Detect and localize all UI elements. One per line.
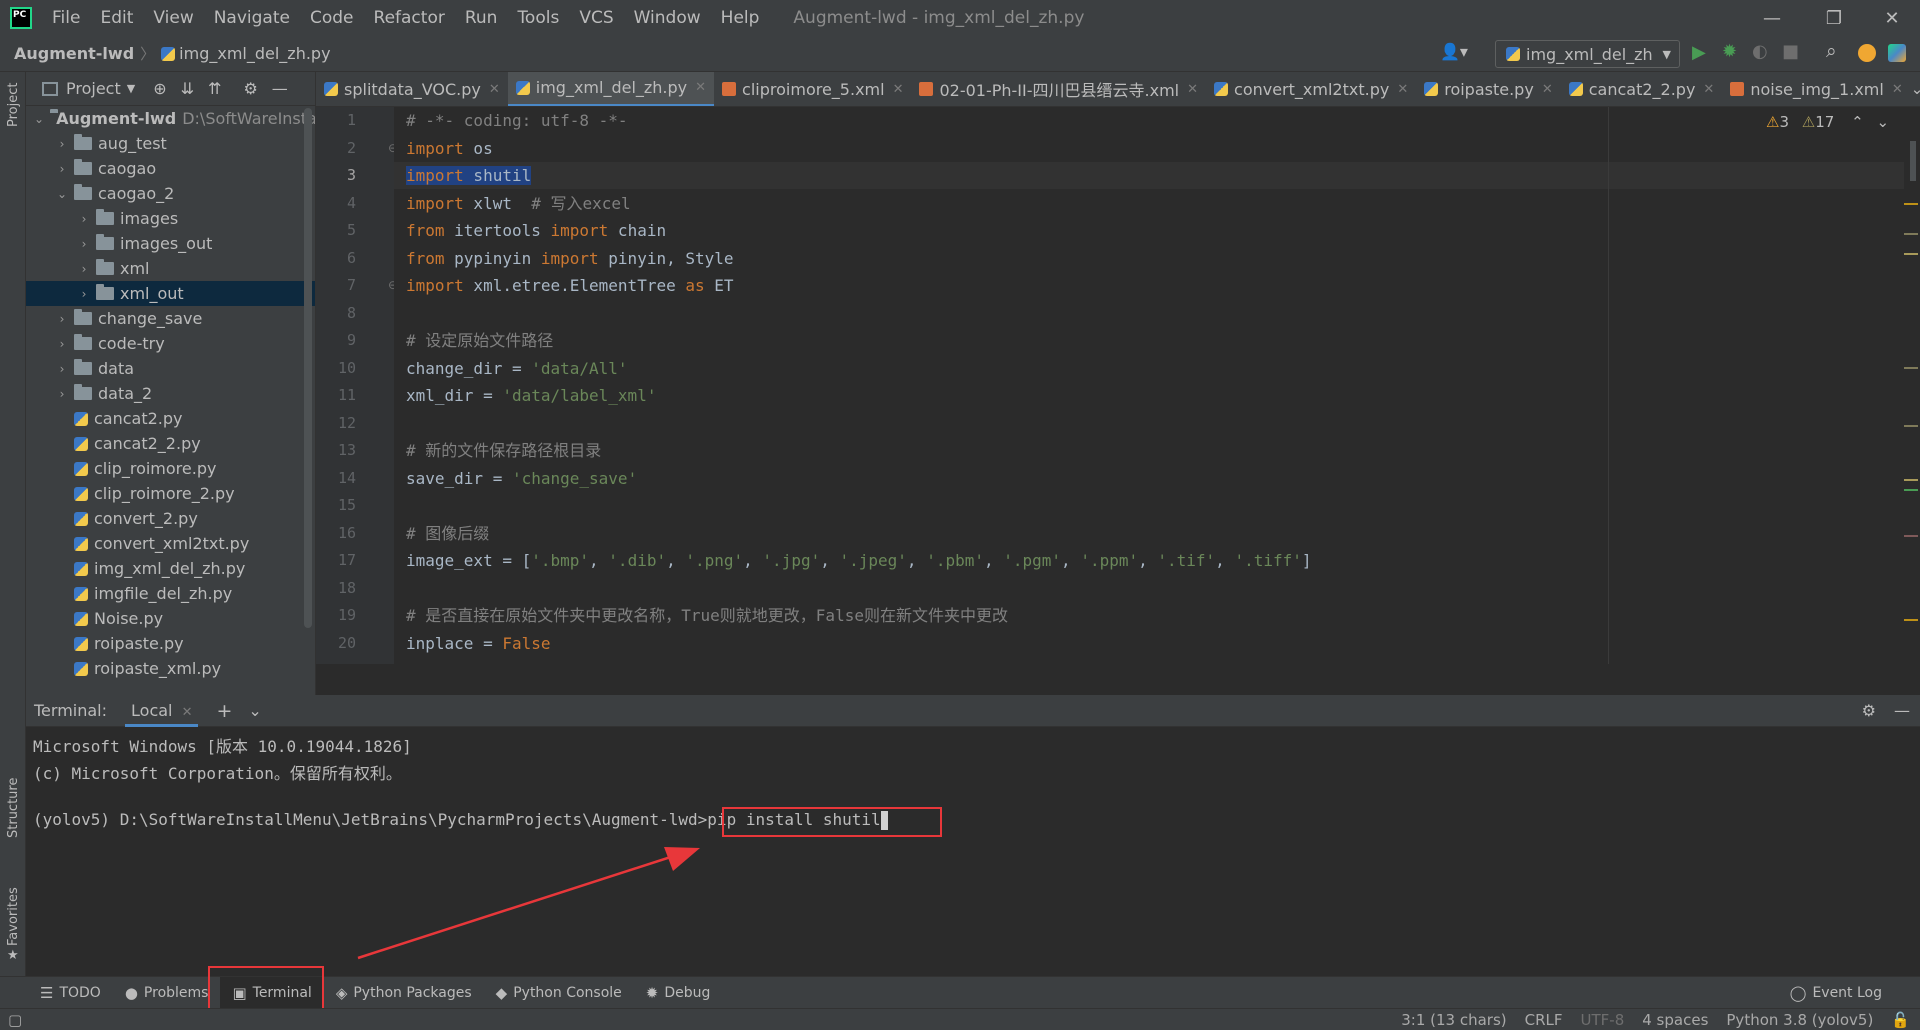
tool-button-label: TODO bbox=[59, 984, 101, 1001]
file-encoding[interactable]: UTF-8 bbox=[1581, 1011, 1625, 1029]
panel-toggle-icon[interactable]: ▢ bbox=[8, 1011, 22, 1029]
bug-icon: ✹ bbox=[645, 983, 659, 1002]
tool-button-label: Problems bbox=[143, 984, 209, 1001]
indent-setting[interactable]: 4 spaces bbox=[1642, 1011, 1708, 1029]
tool-button-python-packages[interactable]: ◈ Python Packages bbox=[324, 977, 484, 1009]
event-log-button[interactable]: ◯ Event Log bbox=[1790, 984, 1882, 1002]
line-separator[interactable]: CRLF bbox=[1525, 1011, 1563, 1029]
python-interpreter[interactable]: Python 3.8 (yolov5) bbox=[1726, 1011, 1873, 1029]
python-icon: ◆ bbox=[495, 983, 508, 1002]
lock-icon[interactable]: 🔓 bbox=[1891, 1011, 1910, 1029]
layers-icon: ◈ bbox=[335, 983, 348, 1002]
tool-button-label: Python Packages bbox=[353, 984, 472, 1001]
tool-button-python-console[interactable]: ◆ Python Console bbox=[484, 977, 634, 1009]
tool-button-label: Debug bbox=[664, 984, 711, 1001]
tool-button-problems[interactable]: ● Problems bbox=[113, 977, 221, 1009]
event-log-label: Event Log bbox=[1812, 984, 1882, 1001]
tool-button-todo[interactable]: ☰ TODO bbox=[28, 977, 113, 1009]
tool-button-label: Python Console bbox=[513, 984, 622, 1001]
status-bar: ▢ 3:1 (13 chars) CRLF UTF-8 4 spaces Pyt… bbox=[0, 1008, 1920, 1030]
tool-items: ☰ TODO ● Problems ▣ Terminal ◈ Python Packages ◆… bbox=[0, 976, 723, 1009]
terminal-highlight-box bbox=[208, 966, 324, 1012]
info-icon: ● bbox=[124, 983, 138, 1002]
speech-bubble-icon: ◯ bbox=[1789, 983, 1807, 1002]
list-icon: ☰ bbox=[40, 983, 54, 1002]
tool-button-debug[interactable]: ✹ Debug bbox=[634, 977, 723, 1009]
caret-position[interactable]: 3:1 (13 chars) bbox=[1401, 1011, 1506, 1029]
annotation-arrow bbox=[357, 847, 700, 960]
